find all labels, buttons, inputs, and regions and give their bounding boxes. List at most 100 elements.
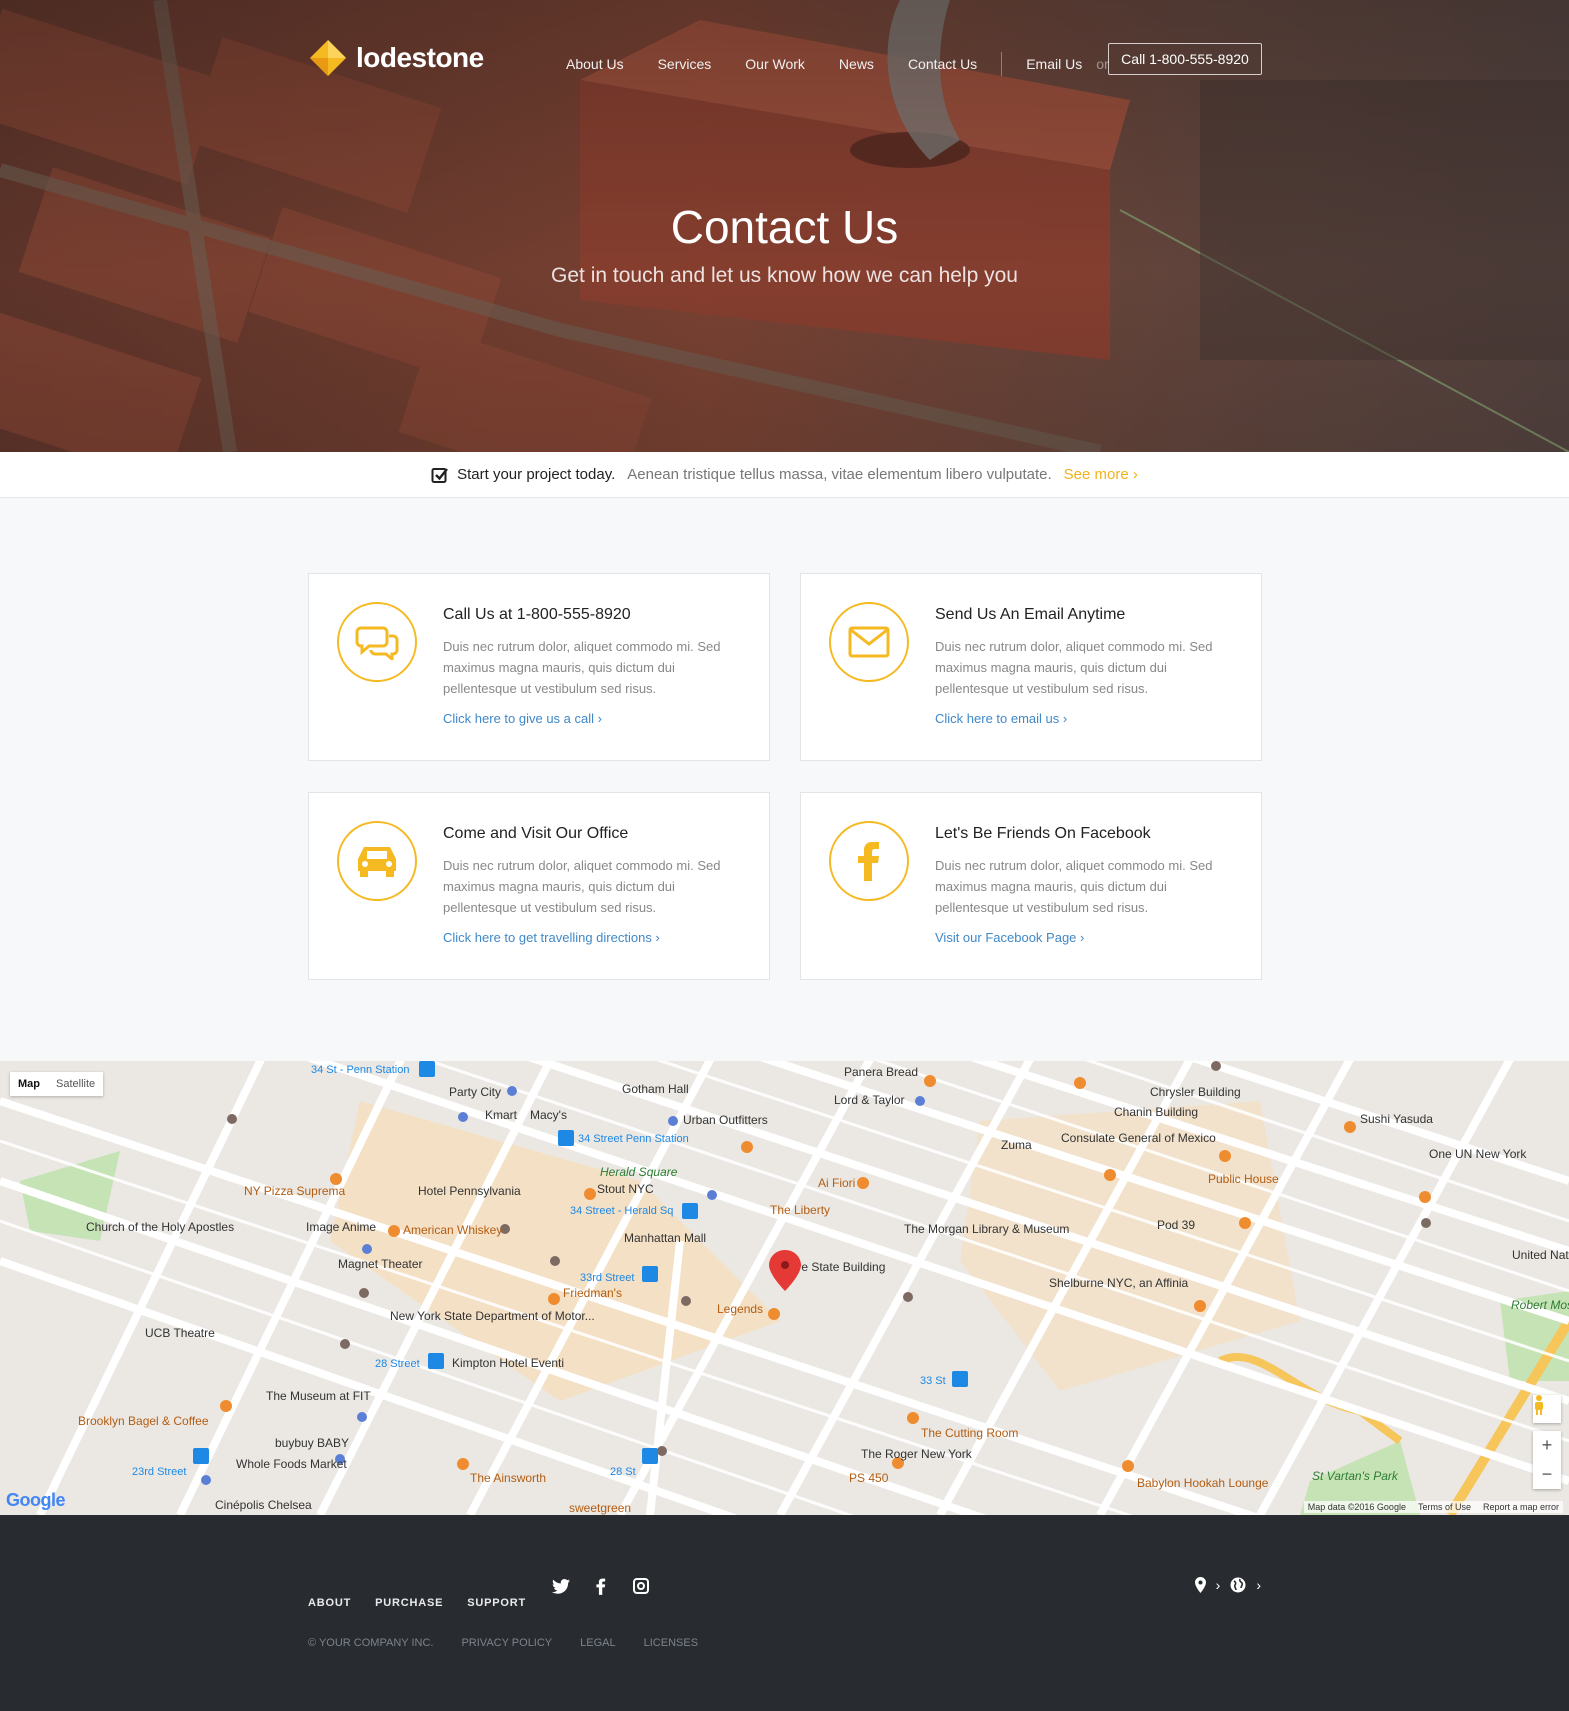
map-label: Image Anime [306, 1220, 376, 1234]
map-canvas[interactable]: 34 St - Penn Station Party City Gotham H… [0, 1061, 1569, 1515]
map-label: Chanin Building [1114, 1105, 1198, 1119]
map-label: Friedman's [563, 1286, 622, 1300]
footer-social [552, 1577, 650, 1595]
nav-news[interactable]: News [839, 56, 874, 72]
zoom-out-icon[interactable]: − [1542, 1464, 1553, 1485]
nav-contact-us[interactable]: Contact Us [908, 56, 977, 72]
zoom-in-icon[interactable]: + [1542, 1435, 1553, 1456]
map-label: Gotham Hall [622, 1082, 689, 1096]
contact-card-visit: Come and Visit Our Office Duis nec rutru… [308, 792, 770, 980]
footer-support-link[interactable]: SUPPORT [467, 1597, 526, 1609]
call-button[interactable]: Call 1-800-555-8920 [1108, 43, 1262, 75]
promo-lead: Start your project today. [457, 466, 616, 483]
card-title: Let's Be Friends On Facebook [935, 825, 1151, 842]
nav-about-us[interactable]: About Us [566, 56, 624, 72]
card-description: Duis nec rutrum dolor, aliquet commodo m… [443, 858, 721, 915]
hero: lodestone About Us Services Our Work New… [0, 0, 1569, 452]
map-label: Whole Foods Market [236, 1457, 347, 1471]
checkbox-icon [431, 467, 449, 483]
map-type-map[interactable]: Map [10, 1072, 48, 1096]
card-description: Duis nec rutrum dolor, aliquet commodo m… [935, 858, 1213, 915]
map-label: 23rd Street [132, 1466, 186, 1478]
contact-card-facebook: Let's Be Friends On Facebook Duis nec ru… [800, 792, 1262, 980]
map-label: Hotel Pennsylvania [418, 1184, 521, 1198]
nav-divider [1001, 52, 1003, 76]
contact-card-email: Send Us An Email Anytime Duis nec rutrum… [800, 573, 1262, 761]
map-type-satellite[interactable]: Satellite [48, 1072, 103, 1096]
footer-purchase-link[interactable]: PURCHASE [375, 1597, 443, 1609]
footer-about-link[interactable]: ABOUT [308, 1597, 351, 1609]
map-label: The Cutting Room [921, 1426, 1018, 1440]
facebook-link[interactable]: Visit our Facebook Page › [935, 930, 1084, 945]
location-pin-icon[interactable] [1194, 1577, 1206, 1593]
map-label: UCB Theatre [145, 1326, 215, 1340]
card-description: Duis nec rutrum dolor, aliquet commodo m… [935, 639, 1213, 696]
nav-services[interactable]: Services [658, 56, 712, 72]
map-label: sweetgreen [569, 1501, 631, 1515]
footer-utilities: › › [1194, 1577, 1261, 1593]
map-label: Zuma [1001, 1138, 1032, 1152]
map-label: United Nations Headquarters [1512, 1248, 1569, 1262]
map-label: Babylon Hookah Lounge [1137, 1476, 1269, 1490]
map-label: 34 St - Penn Station [311, 1064, 409, 1076]
main-nav: About Us Services Our Work News Contact … [566, 52, 1123, 76]
logo-diamond-icon [310, 40, 346, 76]
map-label: Stout NYC [597, 1182, 654, 1196]
directions-link[interactable]: Click here to get travelling directions … [443, 930, 660, 945]
map-label: NY Pizza Suprema [244, 1184, 345, 1198]
map-label: Herald Square [600, 1165, 678, 1179]
google-logo[interactable]: Google [6, 1490, 66, 1511]
map-label: The Museum at FIT [266, 1389, 371, 1403]
map-label: 33 St [920, 1375, 946, 1387]
email-link[interactable]: Click here to email us › [935, 711, 1067, 726]
map-label: buybuy BABY [275, 1436, 349, 1450]
map-attribution: Map data ©2016 Google Terms of Use Repor… [1303, 1501, 1563, 1513]
map-label: 34 Street - Herald Sq [570, 1205, 673, 1217]
zoom-control: + − [1533, 1431, 1561, 1489]
map-label: 28 St [610, 1466, 636, 1478]
chevron-right-icon: › [1256, 1577, 1261, 1593]
map-label: The Ainsworth [470, 1471, 546, 1485]
chevron-right-icon: › [1215, 1577, 1221, 1593]
map-label: Legends [717, 1302, 763, 1316]
street-view-pegman-icon[interactable] [1533, 1395, 1561, 1423]
map-label: Macy's [530, 1108, 567, 1122]
twitter-icon[interactable] [552, 1577, 570, 1595]
contact-card-call: Call Us at 1-800-555-8920 Duis nec rutru… [308, 573, 770, 761]
google-map[interactable]: 34 St - Penn Station Party City Gotham H… [0, 1061, 1569, 1515]
report-map-error-link[interactable]: Report a map error [1483, 1502, 1559, 1512]
licenses-link[interactable]: LICENSES [644, 1637, 698, 1649]
map-label: 28 Street [375, 1358, 420, 1370]
map-label: Consulate General of Mexico [1061, 1131, 1216, 1145]
card-description: Duis nec rutrum dolor, aliquet commodo m… [443, 639, 721, 696]
card-title: Come and Visit Our Office [443, 825, 629, 842]
logo-text: lodestone [356, 42, 484, 73]
map-label: Panera Bread [844, 1065, 918, 1079]
map-label: Ai Fiori [818, 1176, 855, 1190]
nav-our-work[interactable]: Our Work [745, 56, 805, 72]
terms-of-use-link[interactable]: Terms of Use [1418, 1502, 1471, 1512]
call-link[interactable]: Click here to give us a call › [443, 711, 602, 726]
map-label: St Vartan's Park [1312, 1469, 1399, 1483]
card-title: Call Us at 1-800-555-8920 [443, 606, 631, 623]
map-label: Robert Moses Playground [1511, 1298, 1569, 1312]
instagram-icon[interactable] [632, 1577, 650, 1595]
card-title: Send Us An Email Anytime [935, 606, 1126, 623]
map-label: New York State Department of Motor... [390, 1309, 595, 1323]
nav-or-text: or [1096, 56, 1109, 72]
legal-link[interactable]: LEGAL [580, 1637, 615, 1649]
map-label: Chrysler Building [1150, 1085, 1241, 1099]
facebook-icon [829, 821, 909, 901]
hero-subtitle: Get in touch and let us know how we can … [551, 264, 1018, 287]
logo[interactable]: lodestone [308, 38, 484, 78]
globe-icon[interactable] [1230, 1577, 1246, 1593]
hero-title: Contact Us [670, 201, 899, 253]
map-label: American Whiskey [403, 1223, 502, 1237]
facebook-icon[interactable] [592, 1577, 610, 1595]
copyright-text: © YOUR COMPANY INC. [308, 1637, 434, 1649]
map-label: PS 450 [849, 1471, 889, 1485]
privacy-policy-link[interactable]: PRIVACY POLICY [461, 1637, 552, 1649]
nav-email-us[interactable]: Email Us [1026, 56, 1082, 72]
see-more-link[interactable]: See more › [1064, 466, 1138, 483]
map-data-text: Map data ©2016 Google [1307, 1502, 1406, 1512]
